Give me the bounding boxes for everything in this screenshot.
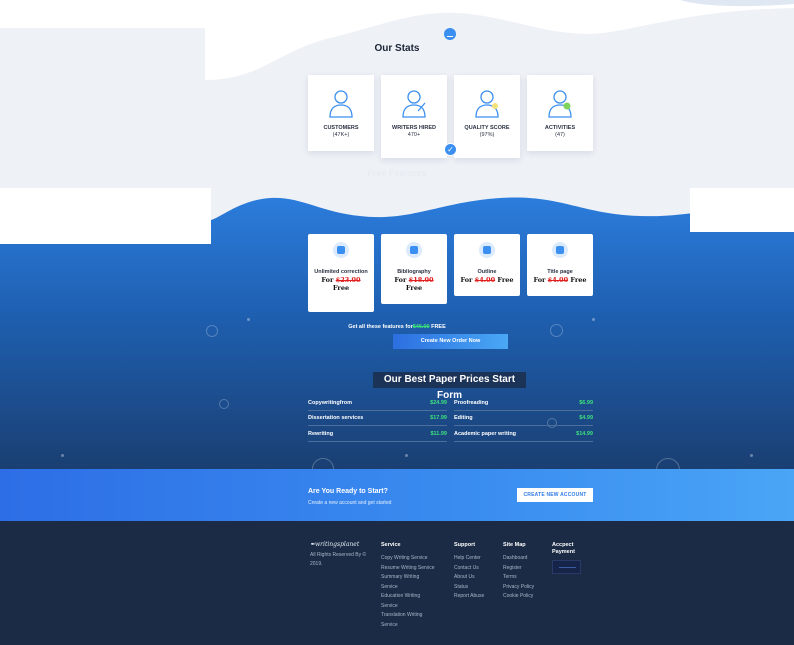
footer-link[interactable]: Dashboard xyxy=(503,554,534,564)
stat-card-writers: WRITERS HIRED 470+ xyxy=(381,75,447,158)
cta-title: Are You Ready to Start? xyxy=(308,488,388,495)
all-features-offer: Get all these features for$46.00 FREE xyxy=(348,324,446,330)
feature-price: For $4.00 Free xyxy=(460,276,514,284)
stat-value: 470+ xyxy=(407,132,421,138)
decor-dot xyxy=(61,454,64,457)
feature-name: Bibliography xyxy=(397,269,431,275)
title-page-icon xyxy=(552,242,568,258)
outline-icon xyxy=(479,242,495,258)
footer-heading: Accpect Payment xyxy=(552,542,575,555)
stat-value: (97%) xyxy=(479,132,495,138)
check-icon: ✓ xyxy=(444,143,457,156)
footer-link[interactable]: Terms xyxy=(503,573,534,583)
stat-value: (47) xyxy=(555,132,565,138)
feature-price: For $23.00 Free xyxy=(321,276,361,292)
cta-subtitle: Create a new account and get started xyxy=(308,500,392,506)
footer-link[interactable]: About Us xyxy=(454,573,484,583)
create-order-button[interactable]: Create New Order Now xyxy=(393,334,508,349)
brand-logo[interactable]: ✒writingsplanet xyxy=(310,541,359,548)
correction-icon xyxy=(333,242,349,258)
footer-link[interactable]: Contact Us xyxy=(454,564,484,574)
bibliography-icon xyxy=(406,242,422,258)
features-title: Free Features xyxy=(367,168,427,178)
feature-price: For $18.00 Free xyxy=(394,276,434,292)
footer-link[interactable]: Report Abuse xyxy=(454,592,484,602)
stat-label: WRITERS HIRED xyxy=(392,125,436,131)
star-person-icon xyxy=(475,90,499,118)
footer-link[interactable]: Education Writing Service xyxy=(381,592,433,611)
white-block-right xyxy=(690,188,794,232)
feature-name: Outline xyxy=(477,269,497,275)
price-row: Proofreading $6.99 xyxy=(454,397,593,411)
stat-value: (47k+) xyxy=(332,132,350,138)
price-row: Rewriting $11.99 xyxy=(308,428,447,442)
footer-sitemap-column: Site Map Dashboard Register Terms Privac… xyxy=(503,542,534,602)
footer-support-column: Support Help Center Contact Us About Us … xyxy=(454,542,484,602)
feature-card-bibliography[interactable]: Bibliography For $18.00 Free xyxy=(381,234,447,304)
footer-link[interactable]: Summary Writing Service xyxy=(381,573,433,592)
payment-logo xyxy=(552,560,581,574)
decor-bubble xyxy=(219,399,229,409)
decor-dot xyxy=(592,318,595,321)
chart-icon xyxy=(444,28,456,40)
footer-link[interactable]: Status xyxy=(454,583,484,593)
feature-price: For $4.00 Free xyxy=(533,276,587,284)
footer-heading: Site Map xyxy=(503,542,526,548)
price-row: Academic paper writing $14.99 xyxy=(454,428,593,442)
price-row: Copywritingfrom $24.99 xyxy=(308,397,447,411)
activity-person-icon xyxy=(548,90,572,118)
white-block-left xyxy=(0,188,211,244)
footer-link[interactable]: Help Center xyxy=(454,554,484,564)
footer-heading: Service xyxy=(381,542,401,548)
footer-service-column: Service Copy Writing Service Resume Writ… xyxy=(381,542,437,630)
stats-title: Our Stats xyxy=(374,43,420,54)
stat-label: ACTIVITIES xyxy=(544,125,576,131)
feature-name: Unlimited correction xyxy=(314,269,368,275)
footer-payment-column: Accpect Payment xyxy=(552,542,592,561)
feature-card-outline[interactable]: Outline For $4.00 Free xyxy=(454,234,520,296)
person-icon xyxy=(329,90,353,118)
feature-name: Title page xyxy=(547,269,573,275)
decor-dot xyxy=(405,454,408,457)
footer-link[interactable]: Cookie Policy xyxy=(503,592,534,602)
feature-card-correction[interactable]: Unlimited correction For $23.00 Free xyxy=(308,234,374,312)
prices-title: Our Best Paper Prices Start Form xyxy=(373,372,526,401)
stat-card-activities: ACTIVITIES (47) xyxy=(527,75,593,151)
footer-link[interactable]: Translation Writing Service xyxy=(381,611,437,630)
create-account-button[interactable]: CREATE NEW ACCOUNT xyxy=(517,488,593,502)
decor-dot xyxy=(247,318,250,321)
price-row: Dissertation services $17.99 xyxy=(308,412,447,426)
footer-link[interactable]: Copy Writing Service xyxy=(381,554,437,564)
stat-label: CUSTOMERS xyxy=(323,125,359,131)
footer-link[interactable]: Register xyxy=(503,564,534,574)
decor-dot xyxy=(750,454,753,457)
copyright-text: All Rights Reserved By © 2019. xyxy=(310,552,367,567)
footer-link[interactable]: Privacy Policy xyxy=(503,583,534,593)
price-row: Editing $4.99 xyxy=(454,412,593,426)
stat-card-quality: QUALITY SCORE (97%) xyxy=(454,75,520,158)
footer-heading: Support xyxy=(454,542,476,548)
feature-card-title-page[interactable]: Title page For $4.00 Free xyxy=(527,234,593,296)
cta-banner xyxy=(0,469,794,521)
footer-link[interactable]: Resume Writing Service xyxy=(381,564,437,574)
stat-card-customers: CUSTOMERS (47k+) xyxy=(308,75,374,151)
stat-label: QUALITY SCORE xyxy=(464,125,510,131)
writer-icon xyxy=(402,90,426,118)
